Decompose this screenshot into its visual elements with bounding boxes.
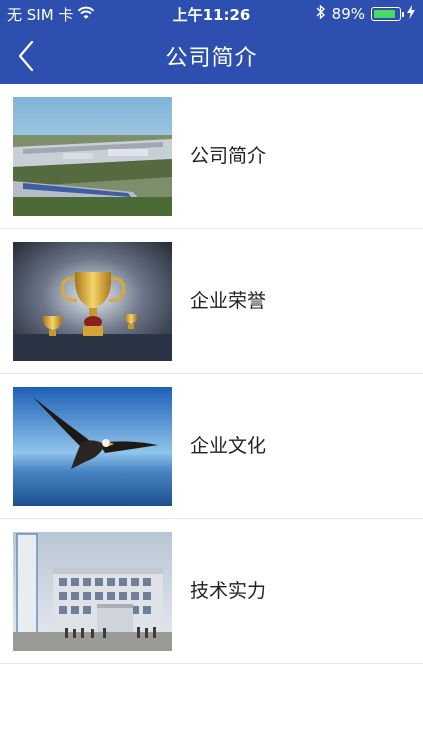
top-bar: 无 SIM 卡 上午11:26 89% 公司简介 (0, 0, 423, 84)
factory-aerial-thumbnail (13, 97, 172, 216)
list-item-company-profile[interactable]: 公司简介 (0, 84, 423, 229)
list-item-culture[interactable]: 企业文化 (0, 374, 423, 519)
eagle-thumbnail (13, 387, 172, 506)
list-item-label: 公司简介 (190, 145, 267, 167)
trophy-thumbnail (13, 242, 172, 361)
menu-list: 公司简介 企业荣誉 企业文化 技术实力 (0, 84, 423, 664)
list-item-label: 企业荣誉 (190, 290, 267, 312)
research-building-thumbnail (13, 532, 172, 651)
charging-bolt-icon (407, 5, 415, 23)
battery-icon (371, 7, 404, 21)
app-screen: 无 SIM 卡 上午11:26 89% 公司简介 公司简介 企业荣誉 企业文化 … (0, 0, 423, 750)
status-right: 89% (316, 4, 415, 24)
nav-bar: 公司简介 (0, 28, 423, 84)
list-item-label: 技术实力 (190, 580, 267, 602)
list-item-honors[interactable]: 企业荣誉 (0, 229, 423, 374)
battery-percent: 89% (331, 5, 365, 23)
bluetooth-icon (316, 4, 326, 24)
battery-nub (402, 12, 404, 17)
status-bar: 无 SIM 卡 上午11:26 89% (0, 0, 423, 28)
page-title: 公司简介 (165, 46, 258, 71)
list-item-technology[interactable]: 技术实力 (0, 519, 423, 664)
battery-fill (374, 10, 396, 18)
list-item-label: 企业文化 (190, 435, 267, 457)
